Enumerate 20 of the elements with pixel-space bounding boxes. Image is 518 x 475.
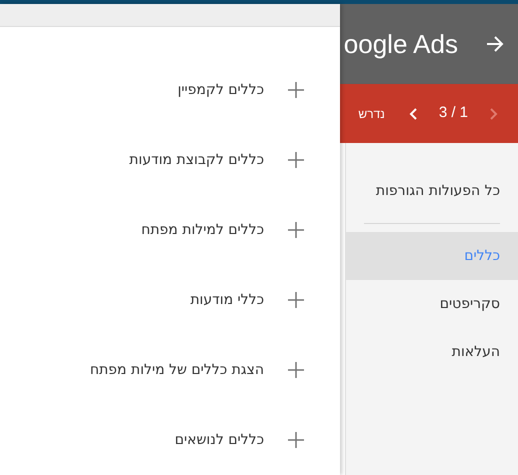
- rule-type-item[interactable]: כללי מודעות: [0, 265, 340, 335]
- page-count: 3 / 1: [438, 103, 468, 124]
- pager-label: נדרש: [358, 106, 385, 122]
- header-title: oogle Ads: [344, 28, 458, 60]
- rule-type-item[interactable]: כללים לקמפיין: [0, 55, 340, 125]
- rule-type-item[interactable]: כללים למילות מפתח: [0, 195, 340, 265]
- chevron-left-icon[interactable]: [408, 108, 417, 120]
- rule-type-item[interactable]: כללים לקבוצת מודעות: [0, 125, 340, 195]
- sidebar-item[interactable]: סקריפטים: [346, 280, 518, 328]
- plus-icon: [288, 362, 304, 378]
- plus-icon: [288, 292, 304, 308]
- plus-icon: [288, 222, 304, 238]
- rule-type-item[interactable]: הצגת כללים של מילות מפתח: [0, 335, 340, 405]
- sidebar-item[interactable]: כל הפעולות הגורפות: [346, 167, 518, 215]
- plus-icon: [288, 82, 304, 98]
- plus-icon: [288, 432, 304, 448]
- rule-type-item[interactable]: כללים לנושאים: [0, 405, 340, 475]
- arrow-right-icon[interactable]: [486, 35, 504, 53]
- plus-icon: [288, 152, 304, 168]
- sidebar-item[interactable]: העלאות: [346, 328, 518, 376]
